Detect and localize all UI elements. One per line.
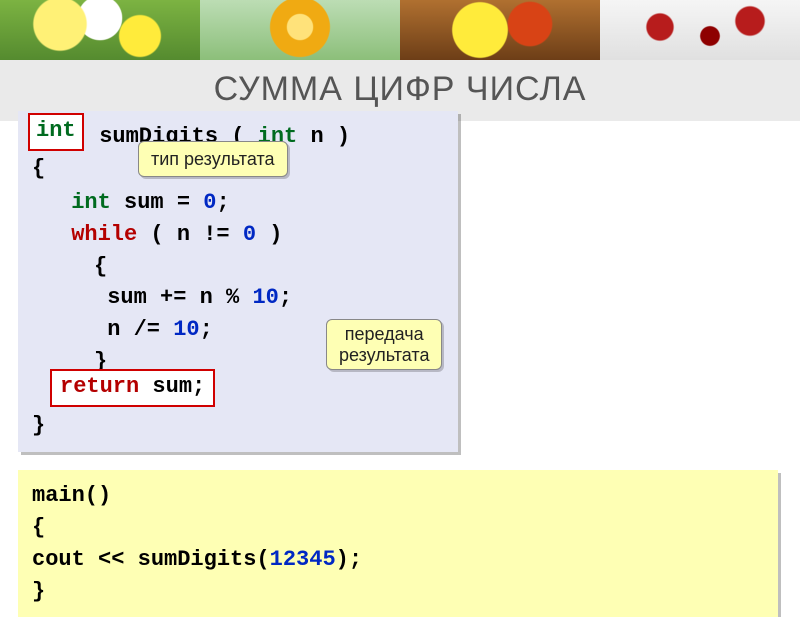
kw-int: int	[71, 190, 111, 215]
semi: ;	[200, 317, 213, 342]
code-block-main: main() { cout << sumDigits(12345); }	[18, 470, 778, 617]
banner-tile-spring	[0, 0, 200, 60]
expr: n %	[200, 285, 240, 310]
code-line: {	[32, 512, 764, 544]
code-line: cout << sumDigits(12345);	[32, 544, 764, 576]
return-val: sum;	[152, 374, 205, 399]
num-ten: 10	[252, 285, 278, 310]
num-zero: 0	[243, 222, 256, 247]
op-ne: !=	[203, 222, 229, 247]
code-line: main()	[32, 480, 764, 512]
code-block-function: int sumDigits ( int n ) { int sum = 0; w…	[18, 111, 458, 452]
brace: {	[94, 254, 107, 279]
banner	[0, 0, 800, 60]
code-line: sum += n % 10;	[32, 282, 444, 314]
banner-tile-winter	[600, 0, 800, 60]
return-box: return sum;	[50, 369, 215, 407]
semi: ;	[279, 285, 292, 310]
code-line: {	[32, 251, 444, 283]
paren: (	[150, 222, 163, 247]
code-line: int sum = 0;	[32, 185, 444, 219]
num-arg: 12345	[270, 547, 336, 572]
callout-result-type: тип результата	[138, 141, 288, 177]
content-area: int sumDigits ( int n ) { int sum = 0; w…	[0, 111, 800, 617]
semi: ;	[216, 190, 229, 215]
call-close: );	[336, 547, 362, 572]
banner-tile-autumn	[400, 0, 600, 60]
banner-tile-summer	[200, 0, 400, 60]
cond-n: n	[177, 222, 190, 247]
expr: sum +=	[107, 285, 186, 310]
int-tag-box: int	[28, 113, 84, 151]
cout-call: cout << sumDigits(	[32, 547, 270, 572]
num-zero: 0	[203, 190, 216, 215]
code-line: }	[32, 576, 764, 608]
param-n: n	[310, 124, 323, 149]
expr: n /=	[107, 317, 160, 342]
kw-return: return	[60, 374, 139, 399]
paren: )	[269, 222, 282, 247]
eq: =	[177, 190, 190, 215]
code-line: }	[32, 410, 444, 442]
num-ten: 10	[173, 317, 199, 342]
callout-result-pass: передачарезультата	[326, 319, 442, 370]
kw-while: while	[71, 222, 137, 247]
code-line: while ( n != 0 )	[32, 219, 444, 251]
paren: )	[337, 124, 350, 149]
var-sum: sum	[124, 190, 164, 215]
